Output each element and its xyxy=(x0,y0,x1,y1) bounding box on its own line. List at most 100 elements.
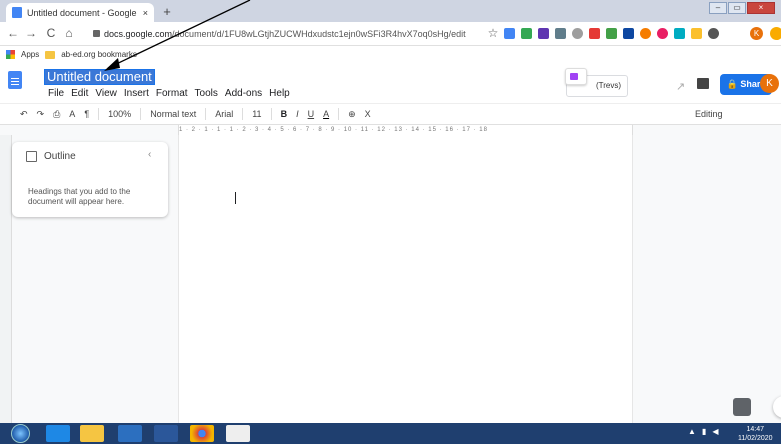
font-size-select[interactable]: 11 xyxy=(252,109,261,119)
notification-icon[interactable] xyxy=(770,27,781,40)
bookmark-folder[interactable]: ab-ed.org bookmarks xyxy=(61,50,137,59)
folder-icon xyxy=(45,50,56,59)
activity-trend-icon[interactable]: ↗ xyxy=(676,80,685,93)
docs-favicon-icon xyxy=(12,7,22,18)
tab-title: Untitled document - Google Doc xyxy=(27,7,138,18)
extension-icon[interactable] xyxy=(691,28,702,39)
extension-icon[interactable] xyxy=(657,28,668,39)
window-controls: – ▭ × xyxy=(709,2,775,14)
extension-icon[interactable] xyxy=(521,28,532,39)
explore-button[interactable] xyxy=(733,398,751,416)
menu-edit[interactable]: Edit xyxy=(71,88,88,99)
new-tab-button[interactable]: + xyxy=(160,5,174,19)
undo-icon[interactable]: ↶ xyxy=(20,109,28,120)
comments-icon[interactable] xyxy=(697,78,709,89)
internet-explorer-icon[interactable] xyxy=(46,425,70,442)
divider xyxy=(270,108,272,120)
menu-add-ons[interactable]: Add-ons xyxy=(225,88,262,99)
divider xyxy=(140,108,142,120)
apps-grid-icon[interactable] xyxy=(6,50,15,59)
tray-arrow-icon[interactable]: ▲ xyxy=(688,427,696,436)
docs-header: Untitled document File Edit View Insert … xyxy=(0,63,781,103)
extension-chip-icon[interactable] xyxy=(565,68,587,85)
volume-icon[interactable]: ◀ xyxy=(712,427,718,436)
system-tray: ▲ ▮ ◀ xyxy=(688,427,718,436)
document-title-input[interactable]: Untitled document xyxy=(44,69,155,85)
app-icon[interactable] xyxy=(118,425,142,442)
outline-panel: Outline ‹ Headings that you add to the d… xyxy=(12,142,168,217)
word-icon[interactable] xyxy=(154,425,178,442)
forward-button[interactable]: → xyxy=(24,26,38,40)
reload-button[interactable]: C xyxy=(44,26,58,40)
extension-icon[interactable] xyxy=(606,28,617,39)
windows-taskbar: ▲ ▮ ◀ 14:47 11/02/2020 xyxy=(0,423,781,444)
browser-tab-strip: Untitled document - Google Doc × + – ▭ × xyxy=(0,0,781,22)
network-icon[interactable]: ▮ xyxy=(702,427,706,436)
extension-icon[interactable] xyxy=(589,28,600,39)
extension-icon[interactable] xyxy=(708,28,719,39)
insert-link-icon[interactable]: ⊕ xyxy=(348,109,356,120)
italic-button[interactable]: I xyxy=(296,109,299,119)
divider xyxy=(205,108,207,120)
clock[interactable]: 14:47 11/02/2020 xyxy=(738,425,773,443)
divider xyxy=(242,108,244,120)
apps-bookmark[interactable]: Apps xyxy=(21,50,39,59)
extension-icon[interactable] xyxy=(640,28,651,39)
ruler-scale[interactable]: 1 · 2 · 1 · 1 · 1 · 2 · 3 · 4 · 5 · 6 · … xyxy=(178,125,633,135)
minimize-button[interactable]: – xyxy=(709,2,727,14)
bookmark-star-icon[interactable]: ☆ xyxy=(486,26,500,40)
vertical-ruler[interactable] xyxy=(0,135,12,423)
zoom-select[interactable]: 100% xyxy=(108,109,131,119)
clear-formatting-icon[interactable]: X xyxy=(365,109,371,119)
paint-format-icon[interactable]: ¶ xyxy=(84,109,89,119)
back-button[interactable]: ← xyxy=(6,26,20,40)
style-select[interactable]: Normal text xyxy=(150,109,196,119)
text-cursor xyxy=(235,192,236,204)
editing-mode-select[interactable]: Editing xyxy=(695,109,723,119)
underline-button[interactable]: U xyxy=(308,109,315,119)
menu-file[interactable]: File xyxy=(48,88,64,99)
browser-tab[interactable]: Untitled document - Google Doc × xyxy=(6,3,154,22)
formatting-toolbar: ↶ ↷ ⎙ A ¶ 100% Normal text Arial 11 B I … xyxy=(0,103,781,125)
close-window-button[interactable]: × xyxy=(747,2,775,14)
maximize-button[interactable]: ▭ xyxy=(728,2,746,14)
font-select[interactable]: Arial xyxy=(215,109,233,119)
menu-help[interactable]: Help xyxy=(269,88,290,99)
close-outline-button[interactable]: ‹ xyxy=(148,149,151,160)
user-avatar[interactable]: K xyxy=(760,74,779,93)
url-path: /document/d/1FU8wLGtjhZUCWHdxudstc1ejn0w… xyxy=(172,29,466,39)
file-explorer-icon[interactable] xyxy=(80,425,104,442)
outline-title: Outline xyxy=(44,151,76,162)
extension-icon[interactable] xyxy=(504,28,515,39)
calculator-icon[interactable] xyxy=(226,425,250,442)
text-color-button[interactable]: A xyxy=(323,109,329,119)
divider xyxy=(98,108,100,120)
extension-icon[interactable] xyxy=(623,28,634,39)
menu-view[interactable]: View xyxy=(95,88,117,99)
menu-insert[interactable]: Insert xyxy=(124,88,149,99)
outline-hint: Headings that you add to the document wi… xyxy=(28,187,131,206)
profile-avatar[interactable]: K xyxy=(750,27,763,40)
outline-icon xyxy=(26,151,37,162)
tab-close-icon[interactable]: × xyxy=(143,8,148,18)
document-page[interactable] xyxy=(178,135,633,423)
extension-icon[interactable] xyxy=(555,28,566,39)
menu-tools[interactable]: Tools xyxy=(195,88,218,99)
print-icon[interactable]: ⎙ xyxy=(53,109,60,120)
extension-icon[interactable] xyxy=(572,28,583,39)
spellcheck-icon[interactable]: A xyxy=(69,109,75,119)
menu-bar: File Edit View Insert Format Tools Add-o… xyxy=(48,88,290,99)
lock-icon: 🔒 xyxy=(726,79,738,89)
bold-button[interactable]: B xyxy=(281,109,288,119)
divider xyxy=(338,108,340,120)
url-field[interactable]: docs.google.com/document/d/1FU8wLGtjhZUC… xyxy=(88,25,508,43)
redo-icon[interactable]: ↷ xyxy=(37,109,45,120)
address-bar-row: ← → C ⌂ docs.google.com/document/d/1FU8w… xyxy=(0,22,781,46)
start-button[interactable] xyxy=(11,424,30,443)
extension-icon[interactable] xyxy=(674,28,685,39)
docs-logo-icon[interactable] xyxy=(8,71,22,89)
menu-format[interactable]: Format xyxy=(156,88,188,99)
chrome-icon[interactable] xyxy=(190,425,214,442)
home-button[interactable]: ⌂ xyxy=(62,26,76,40)
extension-icon[interactable] xyxy=(538,28,549,39)
